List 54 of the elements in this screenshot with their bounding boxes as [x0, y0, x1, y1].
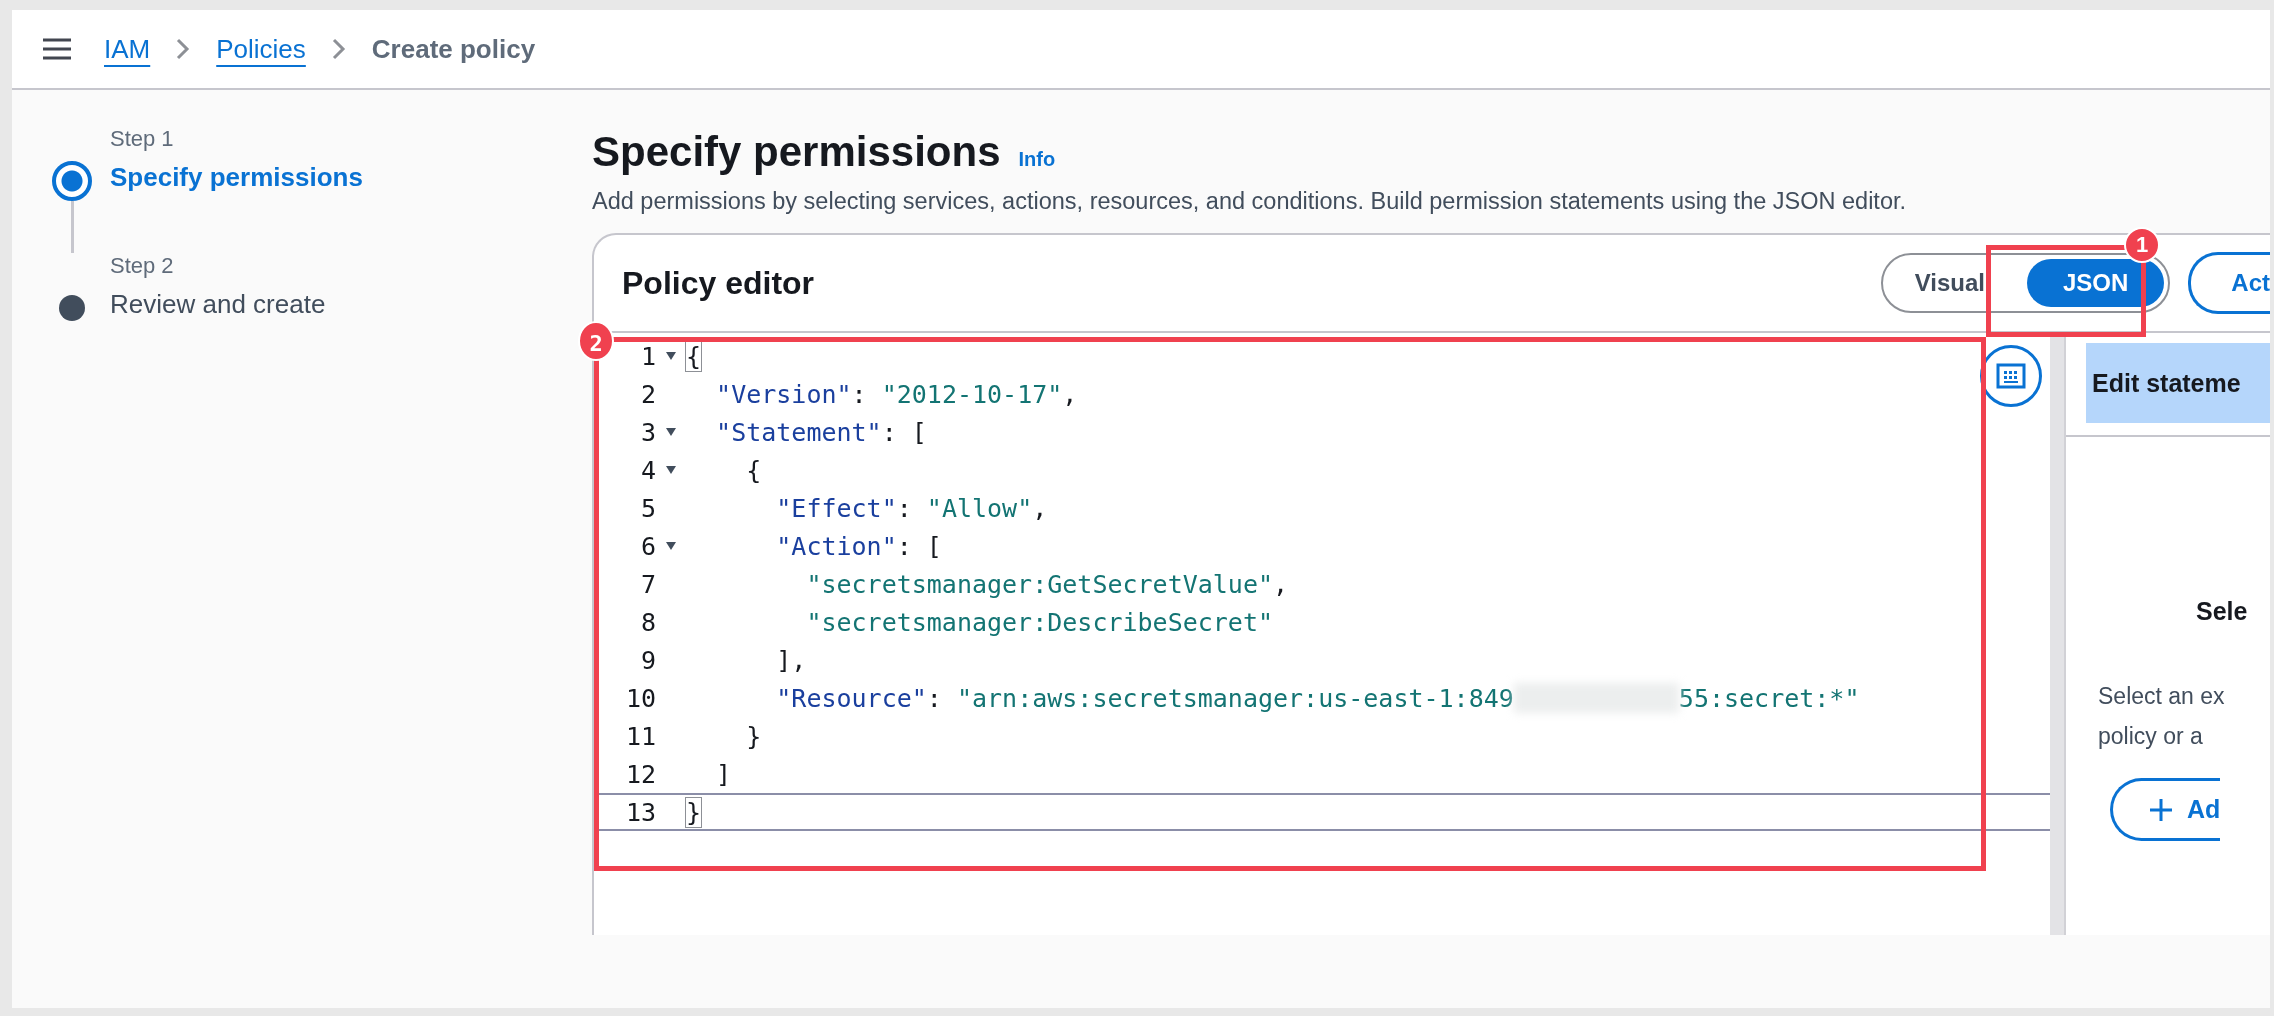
line-number: 7 — [639, 569, 656, 599]
step-title[interactable]: Review and create — [110, 289, 326, 320]
editor-title: Policy editor — [622, 264, 816, 302]
chevron-right-icon — [176, 38, 191, 60]
step-number-badge: 1 — [2124, 227, 2160, 263]
code-line: ], — [776, 645, 807, 675]
step-label: Step 2 — [110, 253, 175, 279]
line-number: 1 — [639, 341, 656, 371]
actions-button[interactable]: Act — [2188, 252, 2270, 314]
line-number: 11 — [624, 721, 656, 751]
step-label: Step 1 — [110, 126, 175, 152]
page-title: Specify permissions — [592, 128, 1001, 176]
breadcrumb-link[interactable]: Policies — [216, 33, 306, 65]
plus-icon — [2149, 797, 2173, 822]
step-title[interactable]: Specify permissions — [110, 162, 363, 193]
line-number: 2 — [639, 379, 656, 409]
fold-arrow-icon[interactable] — [666, 352, 676, 360]
menu-icon[interactable] — [42, 37, 72, 61]
code-line: "secretsmanager:GetSecretValue", — [806, 569, 1289, 599]
code-line: "secretsmanager:DescribeSecret" — [806, 607, 1273, 637]
fold-arrow-icon[interactable] — [666, 466, 676, 474]
code-line: "Version": "2012-10-17", — [716, 379, 1078, 409]
line-number: 3 — [639, 417, 656, 447]
code-line: "Action": [ — [776, 531, 942, 561]
code-line: ] — [716, 759, 732, 789]
mode-tab[interactable]: Visual — [1886, 259, 2021, 307]
line-number: 12 — [624, 759, 656, 789]
breadcrumb-current: Create policy — [371, 33, 536, 65]
page-description: Add permissions by selecting services, actions, resources, and conditions. Build permission statements using the JSON editor. — [592, 188, 1907, 215]
breadcrumb-link[interactable]: IAM — [104, 33, 151, 65]
chevron-right-icon — [331, 38, 346, 60]
line-number: 9 — [639, 645, 656, 675]
mode-tab[interactable]: JSON — [2026, 259, 2165, 307]
fold-arrow-icon[interactable] — [666, 542, 676, 550]
fold-arrow-icon[interactable] — [666, 428, 676, 436]
code-line: "Resource": "arn:aws:secretsmanager:us-east-1:849 55:secret:*" — [776, 683, 1860, 713]
edit-statement-tab[interactable]: Edit stateme — [2086, 343, 2270, 423]
line-number: 8 — [639, 607, 656, 637]
code-line: } — [686, 797, 702, 827]
info-link[interactable]: Info — [1018, 148, 1056, 171]
code-line: } — [746, 721, 762, 751]
line-number: 10 — [624, 683, 656, 713]
code-line: "Effect": "Allow", — [776, 493, 1048, 523]
line-number: 6 — [639, 531, 656, 561]
empty-state-heading: Sele — [2195, 597, 2249, 626]
line-number: 5 — [639, 493, 656, 523]
code-line: { — [746, 455, 762, 485]
code-line: { — [686, 341, 702, 371]
step-number-badge: 2 — [578, 321, 614, 361]
code-line: "Statement": [ — [716, 417, 927, 447]
add-button[interactable]: Ad — [2110, 778, 2221, 841]
empty-state-text: Select an ex policy or a — [2097, 682, 2226, 751]
line-number: 13 — [624, 797, 656, 827]
line-number: 4 — [639, 455, 656, 485]
